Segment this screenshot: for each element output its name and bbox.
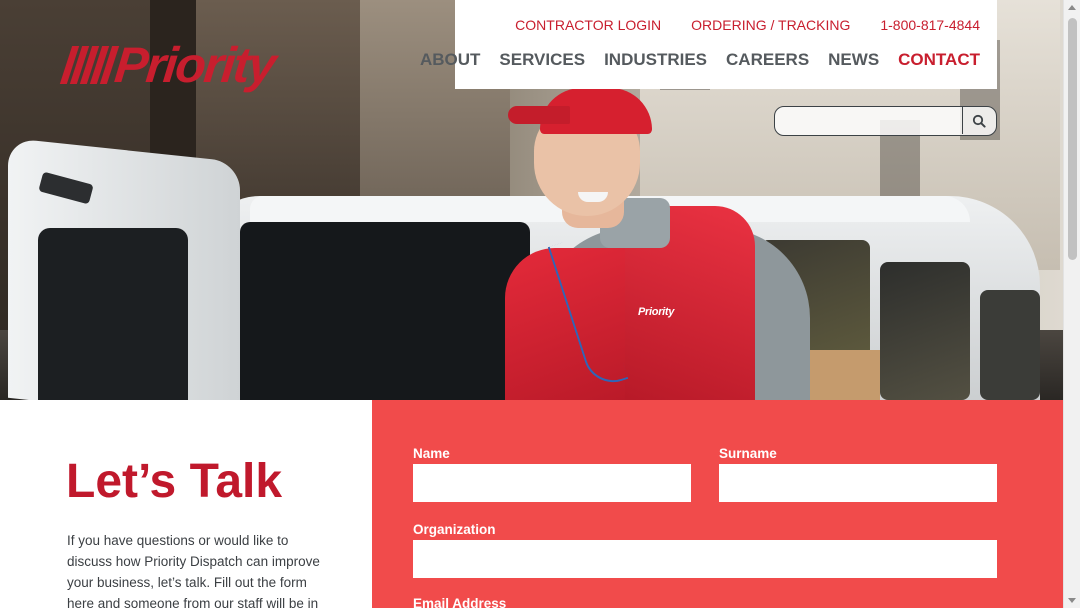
name-label: Name [413, 446, 450, 461]
smile [578, 192, 608, 202]
contractor-login-link[interactable]: CONTRACTOR LOGIN [515, 17, 661, 33]
intro-text: If you have questions or would like to d… [67, 533, 320, 608]
organization-field[interactable] [413, 540, 997, 578]
scrollbar-thumb[interactable] [1068, 18, 1077, 260]
surname-field[interactable] [719, 464, 997, 502]
search-input[interactable] [783, 110, 953, 132]
ordering-tracking-link[interactable]: ORDERING / TRACKING [691, 17, 850, 33]
nav-item-industries[interactable]: INDUSTRIES [604, 50, 707, 70]
main-nav: ABOUT SERVICES INDUSTRIES CAREERS NEWS C… [420, 50, 980, 70]
nav-item-news[interactable]: NEWS [828, 50, 879, 70]
logo-stripes [59, 46, 120, 84]
contact-intro-section: Let’s Talk If you have questions or woul… [0, 400, 372, 608]
page-title: Let’s Talk [66, 455, 283, 508]
search-box [774, 106, 997, 136]
van-side-window [980, 290, 1040, 400]
van-interior [240, 222, 530, 400]
logo-wordmark: Priority [112, 37, 278, 93]
surname-label: Surname [719, 446, 777, 461]
search-icon [972, 114, 986, 128]
nav-item-services[interactable]: SERVICES [499, 50, 585, 70]
organization-label: Organization [413, 522, 496, 537]
van-door-window [38, 228, 188, 400]
vest-logo: Priority [638, 306, 675, 318]
phone-link[interactable]: 1-800-817-4844 [880, 17, 980, 33]
nav-item-contact[interactable]: CONTACT [898, 50, 980, 70]
contact-form: Name Surname Organization Email Address [372, 400, 1063, 608]
utility-nav: CONTRACTOR LOGIN ORDERING / TRACKING 1-8… [515, 17, 980, 33]
nav-item-careers[interactable]: CAREERS [726, 50, 809, 70]
priority-logo[interactable]: Priority [59, 37, 356, 93]
header-nav-panel: CONTRACTOR LOGIN ORDERING / TRACKING 1-8… [420, 0, 997, 89]
cap-bill [508, 106, 570, 124]
name-field[interactable] [413, 464, 691, 502]
nav-item-about[interactable]: ABOUT [420, 50, 480, 70]
scroll-up-arrow-icon[interactable] [1068, 5, 1076, 10]
van-side-window [880, 262, 970, 400]
scroll-down-arrow-icon[interactable] [1068, 598, 1076, 603]
page-scrollbar[interactable] [1063, 0, 1080, 608]
search-button[interactable] [963, 107, 995, 134]
email-label: Email Address [413, 596, 507, 608]
